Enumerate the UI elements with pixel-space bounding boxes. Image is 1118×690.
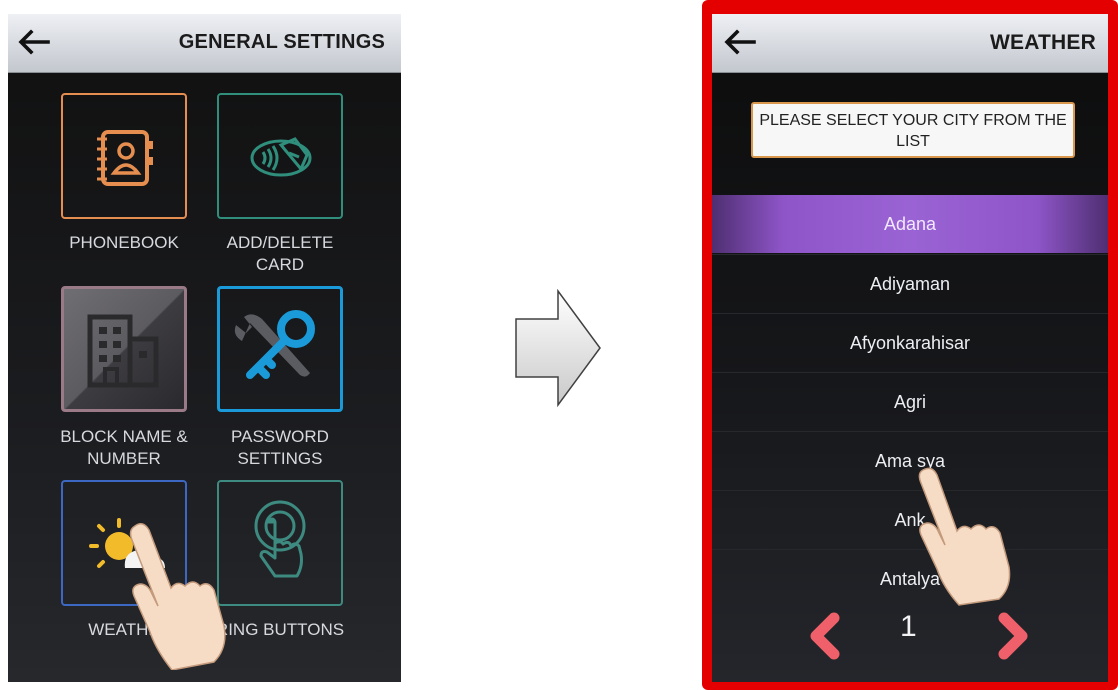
ring-buttons-tile[interactable] — [217, 480, 343, 606]
phonebook-label: PHONEBOOK — [69, 233, 179, 252]
password-settings-tile[interactable] — [217, 286, 343, 412]
chevron-right-icon[interactable] — [994, 612, 1034, 660]
contactless-card-icon — [250, 137, 312, 177]
page-title: WEATHER — [989, 31, 1096, 54]
phonebook-icon — [97, 130, 153, 186]
key-wrench-icon — [234, 310, 315, 379]
weather-screen: WEATHER PLEASE SELECT YOUR CITY FROM THE… — [712, 14, 1108, 682]
add-delete-card-label: ADD/DELETE CARD — [226, 233, 334, 274]
page-number: 1 — [900, 610, 917, 643]
pagination: 1 — [712, 604, 1108, 664]
city-item-ankara[interactable]: Ank — [712, 490, 1108, 549]
city-item-antalya[interactable]: Antalya — [712, 549, 1108, 608]
general-settings-screen: GENERAL SETTINGS PHONEBOOK ADD/DELETE CA… — [8, 14, 401, 682]
city-item-adiyaman[interactable]: Adiyaman — [712, 254, 1108, 313]
touch-button-icon — [254, 500, 306, 578]
city-item-amasya[interactable]: Ama sya — [712, 431, 1108, 490]
highlight-frame: WEATHER PLEASE SELECT YOUR CITY FROM THE… — [702, 0, 1118, 690]
block-name-number-tile[interactable] — [61, 286, 187, 412]
city-item-adana[interactable]: Adana — [712, 195, 1108, 253]
city-item-afyonkarahisar[interactable]: Afyonkarahisar — [712, 313, 1108, 372]
block-name-number-label: BLOCK NAME & NUMBER — [60, 427, 188, 468]
city-item-agri[interactable]: Agri — [712, 372, 1108, 431]
chevron-left-icon[interactable] — [804, 612, 844, 660]
next-arrow-icon — [515, 289, 601, 408]
password-settings-label: PASSWORD SETTINGS — [231, 427, 329, 468]
city-select-prompt: PLEASE SELECT YOUR CITY FROM THE LIST — [751, 102, 1075, 158]
phonebook-tile[interactable] — [61, 93, 187, 219]
page-title: GENERAL SETTINGS — [178, 31, 385, 53]
add-delete-card-tile[interactable] — [217, 93, 343, 219]
building-icon — [87, 314, 159, 388]
pointing-hand-icon — [129, 523, 226, 670]
title-bar: WEATHER — [712, 14, 1108, 73]
title-bar: GENERAL SETTINGS — [8, 14, 401, 73]
back-arrow-icon[interactable] — [722, 26, 756, 58]
pointing-hand-icon — [918, 467, 1011, 606]
back-arrow-icon[interactable] — [16, 26, 50, 58]
